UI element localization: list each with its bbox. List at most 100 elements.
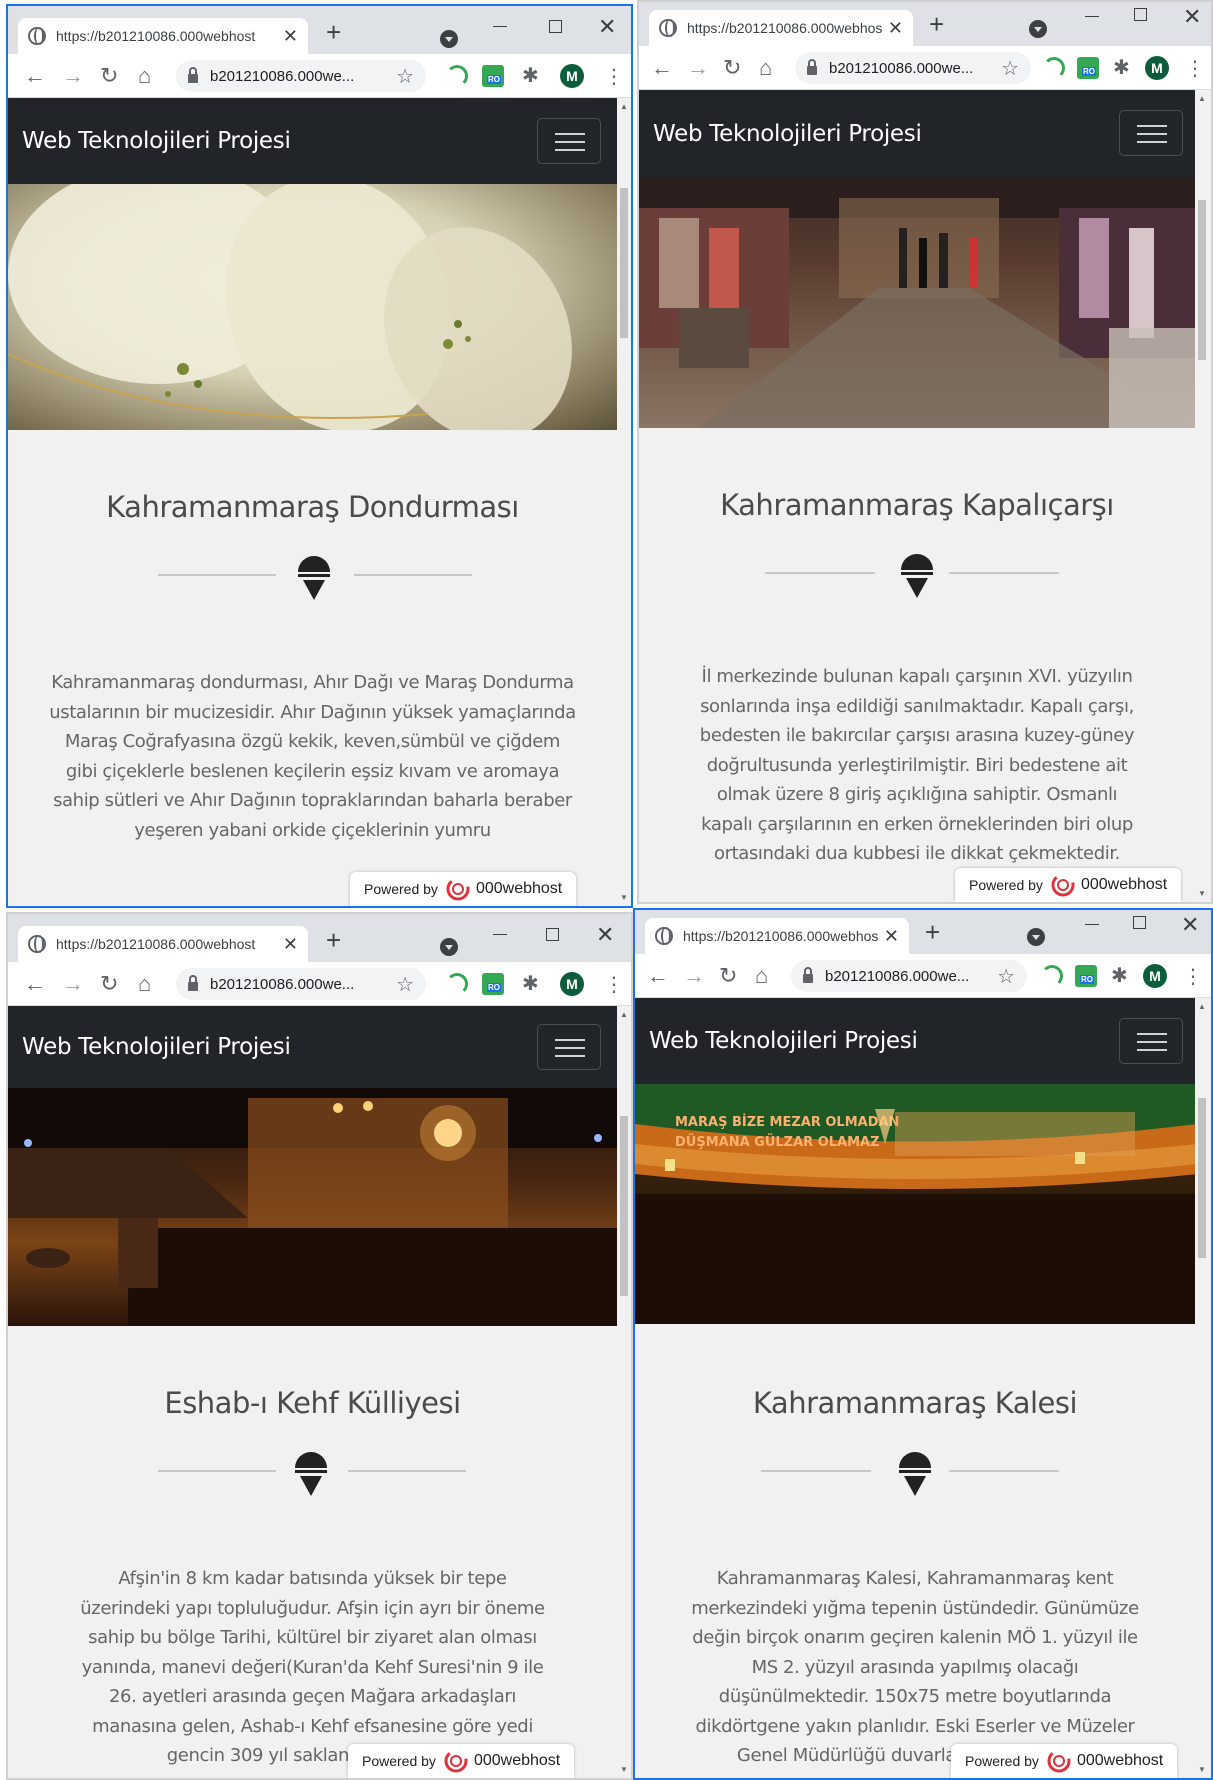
scroll-up-icon[interactable]: ▲ [1198, 1002, 1206, 1011]
scroll-up-icon[interactable]: ▲ [1198, 94, 1206, 103]
tab-search-icon[interactable] [440, 30, 458, 48]
extension-ro-icon[interactable] [482, 65, 504, 87]
scrollbar[interactable]: ▲ ▼ [617, 98, 631, 906]
home-icon[interactable]: ⌂ [138, 64, 151, 88]
window-close-icon[interactable]: ✕ [596, 922, 614, 948]
powered-by-badge[interactable]: Powered by 000webhost [350, 872, 577, 906]
reload-icon[interactable]: ↻ [719, 964, 737, 988]
profile-avatar[interactable]: M [1143, 964, 1167, 988]
powered-by-badge[interactable]: Powered by 000webhost [955, 868, 1182, 902]
minimize-icon[interactable] [493, 26, 507, 27]
scroll-down-icon[interactable]: ▼ [1198, 1765, 1206, 1774]
extension-loader-icon[interactable] [1043, 57, 1065, 79]
scroll-thumb[interactable] [620, 1116, 628, 1296]
address-bar[interactable]: b201210086.000we... ☆ [791, 960, 1027, 992]
maximize-icon[interactable] [549, 20, 562, 33]
back-icon[interactable]: ← [24, 972, 46, 996]
bookmark-star-icon[interactable]: ☆ [396, 972, 414, 997]
minimize-icon[interactable] [1085, 16, 1099, 17]
extension-loader-icon[interactable] [446, 65, 468, 87]
scrollbar[interactable]: ▲ ▼ [1195, 998, 1211, 1778]
forward-icon[interactable]: → [62, 972, 84, 996]
extension-loader-icon[interactable] [1041, 965, 1063, 987]
navbar-toggle-button[interactable] [537, 1024, 601, 1070]
reload-icon[interactable]: ↻ [100, 972, 118, 996]
new-tab-button[interactable]: + [326, 926, 341, 954]
scrollbar[interactable]: ▲ ▼ [1195, 90, 1211, 902]
site-brand[interactable]: Web Teknolojileri Projesi [649, 1028, 918, 1054]
minimize-icon[interactable] [493, 934, 507, 935]
home-icon[interactable]: ⌂ [138, 972, 151, 996]
reload-icon[interactable]: ↻ [100, 64, 118, 88]
maximize-icon[interactable] [1133, 916, 1146, 929]
extensions-puzzle-icon[interactable]: ✱ [1113, 55, 1135, 79]
window-close-icon[interactable]: ✕ [598, 14, 616, 40]
powered-by-badge[interactable]: Powered by 000webhost [348, 1744, 575, 1778]
extensions-puzzle-icon[interactable]: ✱ [522, 971, 544, 995]
forward-icon[interactable]: → [62, 64, 84, 88]
site-brand[interactable]: Web Teknolojileri Projesi [22, 128, 291, 154]
back-icon[interactable]: ← [24, 64, 46, 88]
navbar-toggle-button[interactable] [1119, 110, 1183, 156]
reload-icon[interactable]: ↻ [723, 56, 741, 80]
tab-search-icon[interactable] [1029, 20, 1047, 38]
scroll-thumb[interactable] [1198, 200, 1206, 360]
extension-loader-icon[interactable] [446, 973, 468, 995]
extensions-puzzle-icon[interactable]: ✱ [1111, 963, 1133, 987]
scroll-up-icon[interactable]: ▲ [620, 1010, 628, 1019]
back-icon[interactable]: ← [651, 56, 673, 80]
profile-avatar[interactable]: M [560, 64, 584, 88]
navbar-toggle-button[interactable] [1119, 1018, 1183, 1064]
scroll-down-icon[interactable]: ▼ [1198, 889, 1206, 898]
tab-search-icon[interactable] [440, 938, 458, 956]
tab-search-icon[interactable] [1027, 928, 1045, 946]
address-bar[interactable]: b201210086.000we... ☆ [176, 60, 426, 92]
profile-avatar[interactable]: M [1145, 56, 1169, 80]
back-icon[interactable]: ← [647, 964, 669, 988]
site-brand[interactable]: Web Teknolojileri Projesi [22, 1034, 291, 1060]
browser-menu-icon[interactable]: ⋮ [1183, 964, 1203, 989]
bookmark-star-icon[interactable]: ☆ [997, 964, 1015, 989]
minimize-icon[interactable] [1085, 924, 1099, 925]
extensions-puzzle-icon[interactable]: ✱ [522, 63, 544, 87]
browser-menu-icon[interactable]: ⋮ [604, 972, 624, 997]
window-close-icon[interactable]: ✕ [1183, 4, 1201, 30]
maximize-icon[interactable] [1134, 8, 1147, 21]
forward-icon[interactable]: → [683, 964, 705, 988]
window-close-icon[interactable]: ✕ [1181, 912, 1199, 938]
browser-tab[interactable]: https://b201210086.000webhost ✕ [18, 926, 308, 962]
close-tab-icon[interactable]: ✕ [888, 18, 903, 39]
maximize-icon[interactable] [546, 928, 559, 941]
bookmark-star-icon[interactable]: ☆ [1001, 56, 1019, 81]
home-icon[interactable]: ⌂ [759, 56, 772, 80]
profile-avatar[interactable]: M [560, 972, 584, 996]
browser-tab[interactable]: https://b201210086.000webhost ✕ [649, 10, 913, 46]
extension-ro-icon[interactable] [482, 973, 504, 995]
scroll-down-icon[interactable]: ▼ [620, 893, 628, 902]
extension-ro-icon[interactable] [1077, 57, 1099, 79]
bookmark-star-icon[interactable]: ☆ [396, 64, 414, 89]
close-tab-icon[interactable]: ✕ [884, 926, 899, 947]
extension-ro-icon[interactable] [1075, 965, 1097, 987]
close-tab-icon[interactable]: ✕ [283, 934, 298, 955]
browser-tab[interactable]: https://b201210086.000webhost ✕ [645, 918, 909, 954]
new-tab-button[interactable]: + [929, 10, 944, 38]
scroll-down-icon[interactable]: ▼ [620, 1765, 628, 1774]
new-tab-button[interactable]: + [326, 18, 341, 46]
close-tab-icon[interactable]: ✕ [283, 26, 298, 47]
scroll-thumb[interactable] [1198, 1098, 1206, 1258]
new-tab-button[interactable]: + [925, 918, 940, 946]
scroll-thumb[interactable] [620, 188, 628, 338]
site-brand[interactable]: Web Teknolojileri Projesi [653, 121, 922, 147]
forward-icon[interactable]: → [687, 56, 709, 80]
address-bar[interactable]: b201210086.000we... ☆ [795, 52, 1031, 84]
navbar-toggle-button[interactable] [537, 118, 601, 164]
scrollbar[interactable]: ▲ ▼ [617, 1006, 631, 1778]
powered-by-badge[interactable]: Powered by 000webhost [951, 1744, 1178, 1778]
home-icon[interactable]: ⌂ [755, 964, 768, 988]
browser-tab[interactable]: https://b201210086.000webhost ✕ [18, 18, 308, 54]
browser-menu-icon[interactable]: ⋮ [604, 64, 624, 89]
scroll-up-icon[interactable]: ▲ [620, 102, 628, 111]
browser-menu-icon[interactable]: ⋮ [1185, 56, 1205, 81]
address-bar[interactable]: b201210086.000we... ☆ [176, 968, 426, 1000]
